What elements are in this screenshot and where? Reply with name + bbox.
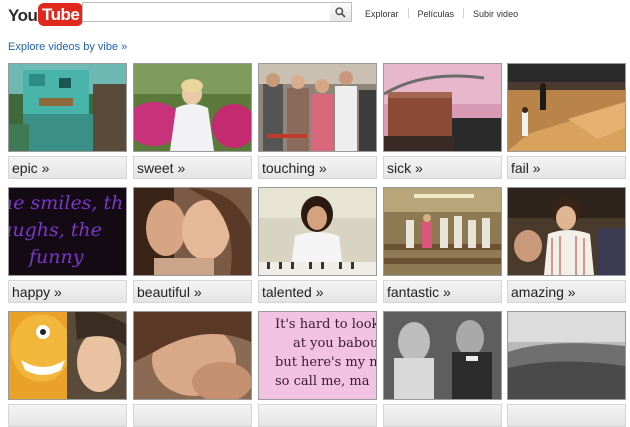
- vibe-label[interactable]: sick »: [383, 156, 502, 179]
- thumbnail-image: [134, 312, 251, 399]
- caption-line: aughs, the: [8, 219, 102, 241]
- vibe-label[interactable]: epic »: [8, 156, 127, 179]
- caption-line: but here's my nu: [275, 355, 377, 370]
- heading-chevron: »: [121, 41, 128, 53]
- video-thumbnail[interactable]: [258, 63, 377, 152]
- video-thumbnail[interactable]: [383, 63, 502, 152]
- video-thumbnail[interactable]: [8, 63, 127, 152]
- thumbnail-image: [9, 64, 126, 151]
- thumbnail-image: [508, 64, 625, 151]
- masthead: You Tube Explorar Películas Subir video: [0, 0, 630, 30]
- thumbnail-image: [508, 188, 625, 275]
- caption-line: It's hard to look: [275, 317, 377, 332]
- thumbnail-image: [384, 64, 501, 151]
- video-thumbnail[interactable]: [383, 187, 502, 276]
- video-thumbnail[interactable]: [8, 311, 127, 400]
- nav-peliculas[interactable]: Películas: [418, 9, 455, 19]
- vibe-label[interactable]: [258, 404, 377, 427]
- video-thumbnail[interactable]: [133, 63, 252, 152]
- vibe-label[interactable]: amazing »: [507, 280, 626, 303]
- nav-divider: [463, 8, 465, 18]
- logo-you: You: [8, 6, 38, 25]
- vibe-label[interactable]: beautiful »: [133, 280, 252, 303]
- search-button[interactable]: [330, 2, 352, 22]
- thumbnail-caption: he smiles, th aughs, the funny: [8, 190, 126, 271]
- caption-line: so call me, ma: [275, 374, 370, 389]
- video-thumbnail[interactable]: [507, 311, 626, 400]
- thumbnail-image: [259, 188, 376, 275]
- caption-line: he smiles, th: [8, 192, 124, 214]
- vibe-label[interactable]: happy »: [8, 280, 127, 303]
- video-thumbnail[interactable]: he smiles, th aughs, the funny: [8, 187, 127, 276]
- video-thumbnail[interactable]: [133, 311, 252, 400]
- vibe-label[interactable]: [133, 404, 252, 427]
- vibe-label[interactable]: fail »: [507, 156, 626, 179]
- vibe-label[interactable]: [8, 404, 127, 427]
- video-thumbnail[interactable]: [258, 187, 377, 276]
- nav-explorar[interactable]: Explorar: [365, 9, 399, 19]
- nav-divider: [407, 8, 409, 18]
- thumbnail-image: [508, 312, 625, 399]
- vibe-label[interactable]: [507, 404, 626, 427]
- explore-vibes-heading[interactable]: Explore videos by vibe »: [8, 41, 127, 53]
- vibe-label[interactable]: fantastic »: [383, 280, 502, 303]
- thumbnail-image: [259, 64, 376, 151]
- vibe-label[interactable]: [383, 404, 502, 427]
- thumbnail-caption: It's hard to look at you babou but here'…: [275, 315, 377, 391]
- vibe-label[interactable]: sweet »: [133, 156, 252, 179]
- search-input[interactable]: [82, 2, 331, 22]
- video-thumbnail[interactable]: [383, 311, 502, 400]
- video-thumbnail[interactable]: It's hard to look at you babou but here'…: [258, 311, 377, 400]
- logo-tube: Tube: [38, 3, 84, 26]
- caption-line: funny: [29, 246, 84, 268]
- thumbnail-image: [9, 312, 126, 399]
- vibe-label[interactable]: talented »: [258, 280, 377, 303]
- thumbnail-image: [134, 188, 251, 275]
- video-thumbnail[interactable]: [507, 187, 626, 276]
- youtube-logo[interactable]: You Tube: [8, 1, 84, 27]
- thumbnail-image: [384, 188, 501, 275]
- caption-line: at you babou: [293, 336, 377, 351]
- search-bar: [82, 2, 352, 22]
- vibe-label[interactable]: touching »: [258, 156, 377, 179]
- search-icon: [335, 7, 346, 18]
- top-nav: Explorar Películas Subir video: [365, 8, 518, 19]
- thumbnail-image: [134, 64, 251, 151]
- thumbnail-image: [384, 312, 501, 399]
- nav-subir-video[interactable]: Subir video: [473, 9, 518, 19]
- video-thumbnail[interactable]: [507, 63, 626, 152]
- video-thumbnail[interactable]: [133, 187, 252, 276]
- heading-text: Explore videos by vibe: [8, 41, 119, 53]
